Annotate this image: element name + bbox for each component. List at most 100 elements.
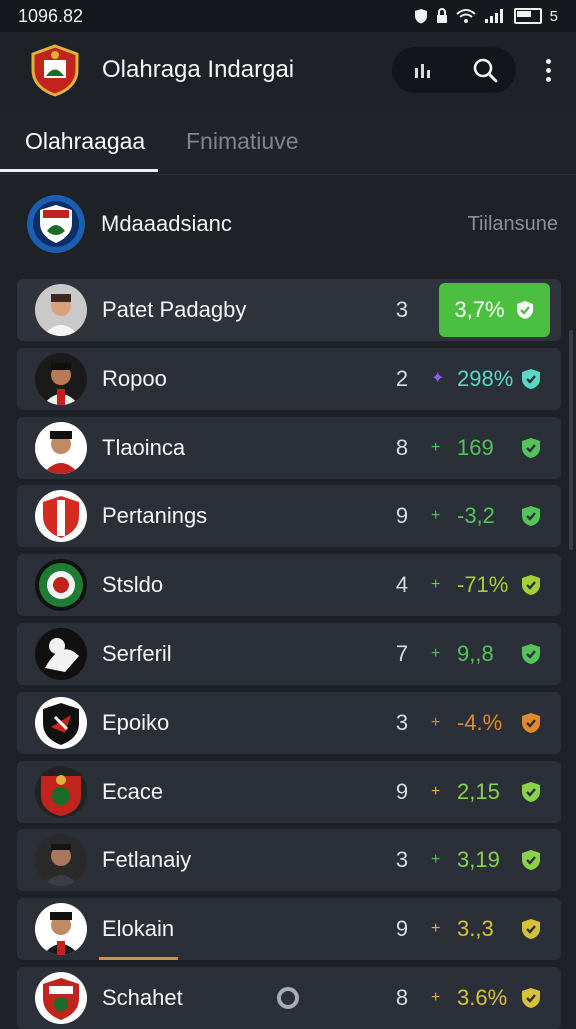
shield-status-icon [414, 9, 427, 24]
tab-bar: Olahraagaa Fnimatiuve [0, 108, 576, 175]
shield-check-icon[interactable] [520, 643, 542, 665]
app-bar: Olahraga Indargai [0, 32, 576, 108]
wifi-icon [455, 9, 476, 23]
item-rank: 3 [395, 847, 409, 872]
trend-icon: + [431, 920, 441, 937]
shield-check-icon[interactable] [520, 918, 542, 940]
group-aside-label[interactable]: Tiilansune [468, 213, 558, 236]
item-change: 298% [457, 366, 514, 391]
item-change: -3,2 [457, 503, 495, 528]
loading-ring-icon [277, 987, 299, 1009]
shield-check-icon[interactable] [520, 987, 542, 1009]
group-header[interactable]: Mdaaadsianc Tiilansune [0, 174, 576, 274]
item-change: 2,15 [457, 779, 500, 804]
item-name: Stsldo [102, 572, 164, 597]
item-rank: 7 [395, 641, 409, 666]
item-change: 3.,3 [457, 916, 494, 941]
list-item[interactable]: Epoiko 3 + -4.% [17, 692, 561, 754]
trend-icon: + [431, 851, 441, 868]
trend-icon: + [431, 645, 441, 662]
change-badge[interactable]: 3,7% [439, 283, 550, 337]
trend-icon: + [431, 576, 441, 593]
item-change: 169 [457, 435, 494, 460]
item-name: Patet Padagby [102, 297, 247, 322]
list-item[interactable]: Ropoo 2 ✦ 298% [17, 348, 561, 410]
shield-check-icon[interactable] [520, 574, 542, 596]
item-name: Elokain [102, 916, 175, 941]
item-name: Ecace [102, 779, 164, 804]
item-name: Epoiko [102, 710, 170, 735]
team-avatar-icon [35, 834, 87, 886]
search-button[interactable] [465, 50, 505, 90]
shield-check-icon[interactable] [520, 712, 542, 734]
item-change: 3,7% [454, 297, 505, 322]
team-avatar-icon [35, 697, 87, 749]
scrollbar[interactable] [569, 330, 573, 550]
team-avatar-icon [35, 284, 87, 336]
item-change: -4.% [457, 710, 503, 735]
item-name: Fetlanaiy [102, 847, 192, 872]
team-avatar-icon [35, 628, 87, 680]
item-rank: 9 [395, 916, 409, 941]
item-name: Ropoo [102, 366, 167, 391]
item-change: 3,19 [457, 847, 500, 872]
shield-check-icon[interactable] [520, 368, 542, 390]
battery-text: 5 [549, 7, 558, 25]
list-item[interactable]: Serferil 7 +9,,8 [17, 623, 561, 685]
status-icons: 5 [414, 8, 558, 25]
selection-underline [99, 957, 178, 960]
group-title: Mdaaadsianc [101, 211, 232, 236]
list-item[interactable]: Pertanings 9 + -3,2 [17, 485, 561, 547]
list-item[interactable]: Patet Padagby 3 3,7% [17, 279, 561, 341]
item-change: -71% [457, 572, 509, 597]
tab-fnimatiuve[interactable]: Fnimatiuve [186, 108, 298, 174]
league-logo-icon [27, 195, 85, 253]
team-avatar-icon [35, 422, 87, 474]
more-dot-icon [545, 76, 551, 82]
lock-status-icon [436, 8, 447, 23]
app-logo-icon [31, 44, 79, 97]
item-rank: 8 [395, 435, 409, 460]
shield-check-icon[interactable] [520, 781, 542, 803]
bar-chart-icon [415, 64, 430, 78]
more-dot-icon [545, 67, 551, 73]
status-bar: 1096.82 5 [0, 0, 576, 32]
trend-icon: ✦ [431, 370, 445, 387]
battery-icon [513, 8, 542, 24]
team-avatar-icon [35, 353, 87, 405]
shield-check-icon [516, 301, 533, 319]
toolbar-pill [392, 47, 516, 93]
shield-check-icon[interactable] [520, 849, 542, 871]
item-rank: 9 [395, 779, 409, 804]
stats-button[interactable] [403, 50, 443, 90]
item-name: Tlaoinca [102, 435, 186, 460]
team-avatar-icon [35, 559, 87, 611]
team-avatar-icon [35, 972, 87, 1024]
signal-icon [484, 9, 503, 23]
active-tab-indicator [0, 169, 158, 172]
app-title: Olahraga Indargai [102, 56, 295, 83]
trend-icon: + [431, 439, 441, 456]
tab-olahraagaa[interactable]: Olahraagaa [25, 108, 145, 174]
item-name: Serferil [102, 641, 172, 666]
list-item[interactable]: Schahet 8 +3.6% [17, 967, 561, 1029]
more-options-button[interactable] [538, 55, 558, 85]
item-rank: 8 [395, 985, 409, 1010]
list-item[interactable]: Elokain 9 +3.,3 [17, 898, 561, 960]
item-rank: 3 [395, 297, 409, 322]
list-item[interactable]: Ecace 9 +2,15 [17, 761, 561, 823]
item-rank: 4 [395, 572, 409, 597]
item-name: Schahet [102, 985, 183, 1010]
shield-check-icon[interactable] [520, 437, 542, 459]
more-dot-icon [545, 58, 551, 64]
item-change: 3.6% [457, 985, 508, 1010]
item-rank: 3 [395, 710, 409, 735]
list-item[interactable]: Tlaoinca 8 +169 [17, 417, 561, 479]
item-name: Pertanings [102, 503, 208, 528]
shield-check-icon[interactable] [520, 505, 542, 527]
list-item[interactable]: Stsldo 4 + -71% [17, 554, 561, 616]
team-avatar-icon [35, 766, 87, 818]
list-item[interactable]: Fetlanaiy 3 +3,19 [17, 829, 561, 891]
trend-icon: + [431, 714, 441, 731]
team-avatar-icon [35, 490, 87, 542]
